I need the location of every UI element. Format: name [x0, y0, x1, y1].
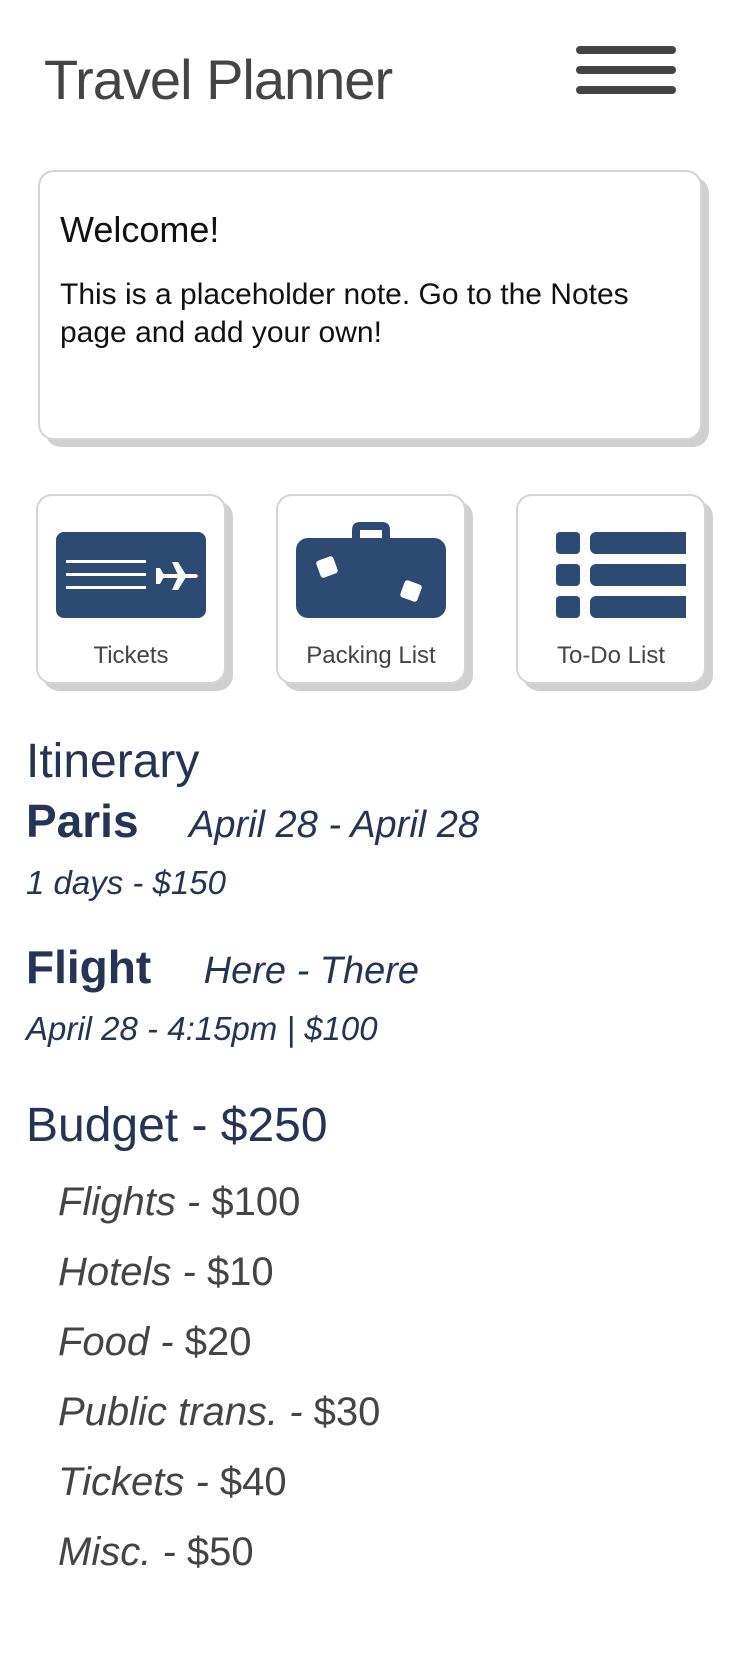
- budget-separator: -: [278, 1390, 314, 1434]
- budget-item-name: Public trans.: [58, 1390, 279, 1434]
- tile-label-tickets: Tickets: [93, 642, 169, 669]
- tile-label-todo-list: To-Do List: [556, 642, 666, 669]
- budget-heading: Budget - $250: [26, 1099, 328, 1152]
- menu-bar: [576, 66, 676, 74]
- budget-item-amount: $10: [206, 1250, 274, 1294]
- budget-item-name: Misc.: [58, 1530, 152, 1574]
- todo-list-tile[interactable]: To-Do List: [516, 494, 706, 684]
- budget-item-amount: $40: [219, 1460, 287, 1504]
- flight-meta: April 28 - 4:15pm | $100: [26, 1010, 378, 1047]
- budget-item: Misc. - $50: [58, 1522, 380, 1592]
- note-body: This is a placeholder note. Go to the No…: [60, 278, 629, 349]
- budget-separator: -: [149, 1320, 185, 1364]
- app-title: Travel Planner: [44, 48, 393, 111]
- budget-separator: -: [171, 1250, 207, 1294]
- trip-row[interactable]: Paris April 28 - April 28: [26, 794, 479, 848]
- flight-route: Here - There: [203, 950, 420, 992]
- budget-item-amount: $30: [313, 1390, 381, 1434]
- note-title: Welcome!: [60, 209, 220, 250]
- budget-separator: -: [175, 1180, 212, 1224]
- budget-item: Hotels - $10: [58, 1242, 380, 1312]
- trip-meta: 1 days - $150: [26, 864, 226, 901]
- budget-item-name: Food: [58, 1320, 150, 1364]
- menu-bar: [576, 46, 676, 54]
- budget-item-name: Tickets: [58, 1460, 185, 1504]
- note-card[interactable]: Welcome! This is a placeholder note. Go …: [38, 170, 702, 440]
- budget-separator: -: [151, 1530, 187, 1574]
- suitcase-icon: [296, 522, 446, 618]
- trip-dates: April 28 - April 28: [188, 804, 480, 846]
- budget-item: Food - $20: [58, 1312, 380, 1382]
- packing-list-tile[interactable]: Packing List: [276, 494, 466, 684]
- budget-item-name: Flights: [58, 1180, 176, 1224]
- budget-item-amount: $50: [186, 1530, 254, 1574]
- ticket-plane-icon: [56, 532, 206, 618]
- tickets-tile[interactable]: Tickets: [36, 494, 226, 684]
- budget-item: Tickets - $40: [58, 1452, 380, 1522]
- flight-type: Flight: [26, 941, 152, 993]
- budget-item-amount: $100: [211, 1180, 301, 1224]
- trip-name: Paris: [26, 795, 139, 847]
- hamburger-menu-icon[interactable]: [576, 46, 676, 98]
- budget-list: Flights - $100 Hotels - $10 Food - $20 P…: [58, 1172, 380, 1592]
- budget-separator: -: [184, 1460, 220, 1504]
- list-icon: [556, 532, 686, 618]
- budget-item-name: Hotels: [58, 1250, 172, 1294]
- budget-item: Public trans. - $30: [58, 1382, 380, 1452]
- tile-label-packing-list: Packing List: [306, 642, 436, 669]
- itinerary-heading: Itinerary: [26, 735, 200, 788]
- budget-item: Flights - $100: [58, 1172, 380, 1242]
- flight-row[interactable]: Flight Here - There: [26, 940, 419, 994]
- menu-bar: [576, 86, 676, 94]
- budget-item-amount: $20: [184, 1320, 252, 1364]
